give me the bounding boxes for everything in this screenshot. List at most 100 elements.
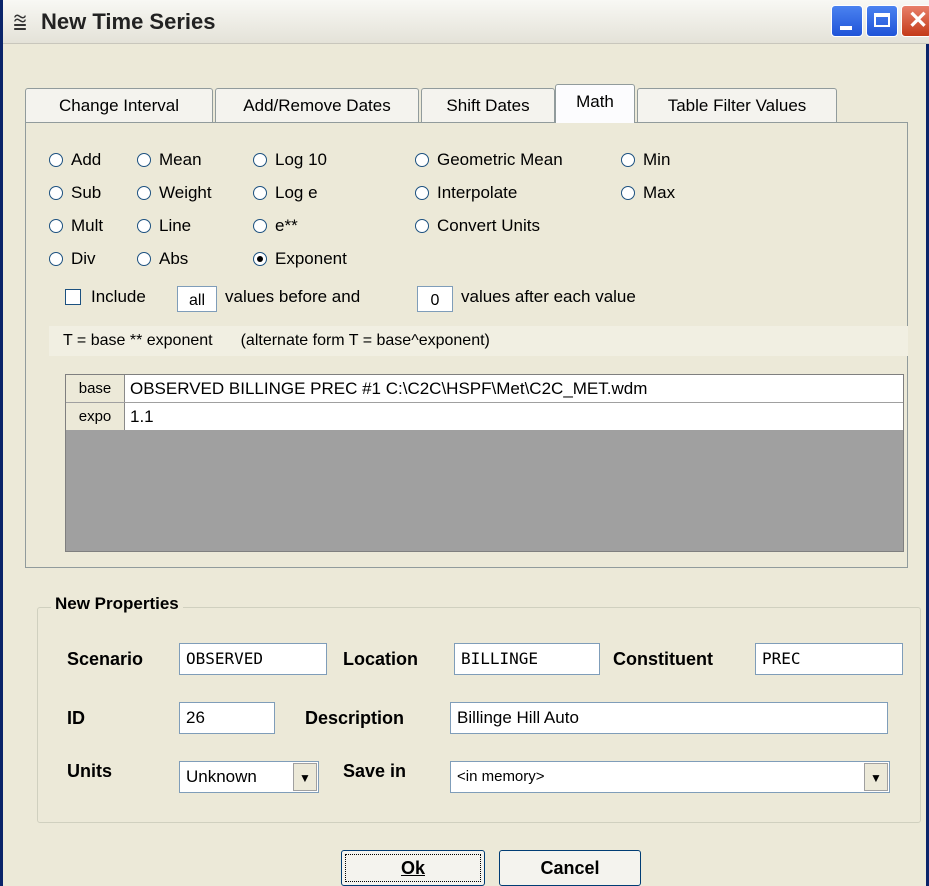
radio-line-circle — [137, 219, 151, 233]
radio-e-power-label: e** — [275, 216, 298, 235]
radio-sub-label: Sub — [71, 183, 102, 202]
formula-alt-text: (alternate form T = base^exponent) — [240, 332, 490, 349]
grid-row-header: expo — [66, 403, 125, 430]
radio-weight[interactable]: Weight — [137, 183, 212, 203]
save-in-label: Save in — [343, 761, 407, 781]
new-time-series-window: ⩰ New Time Series ✕ Change Interval Add/… — [0, 0, 929, 886]
tab-add-remove-dates[interactable]: Add/Remove Dates — [215, 88, 419, 122]
close-button[interactable]: ✕ — [901, 5, 929, 37]
radio-div-circle — [49, 252, 63, 266]
radio-min-label: Min — [643, 150, 671, 169]
minimize-icon — [840, 26, 852, 30]
constituent-label: Constituent — [613, 649, 713, 669]
radio-mult-circle — [49, 219, 63, 233]
include-checkbox[interactable] — [65, 289, 81, 305]
location-label: Location — [343, 649, 418, 669]
radio-geometric-mean[interactable]: Geometric Mean — [415, 150, 563, 170]
title-bar[interactable]: ⩰ New Time Series ✕ — [3, 0, 929, 44]
id-field[interactable]: 26 — [179, 702, 275, 734]
radio-weight-label: Weight — [159, 183, 212, 202]
radio-sub[interactable]: Sub — [49, 183, 101, 203]
radio-interpolate[interactable]: Interpolate — [415, 183, 517, 203]
radio-add[interactable]: Add — [49, 150, 101, 170]
radio-geometric-mean-label: Geometric Mean — [437, 150, 563, 169]
ok-label: Ok — [400, 858, 425, 878]
grid-row-base[interactable]: base OBSERVED BILLINGE PREC #1 C:\C2C\HS… — [66, 375, 903, 403]
radio-abs-label: Abs — [159, 249, 189, 268]
grid-row-header: base — [66, 375, 125, 402]
cancel-label: Cancel — [540, 858, 600, 878]
units-dropdown[interactable]: Unknown ▼ — [179, 761, 319, 793]
tab-math[interactable]: Math — [555, 84, 635, 123]
units-label: Units — [67, 761, 112, 781]
formula-text: T = base ** exponent — [63, 332, 213, 349]
radio-min[interactable]: Min — [621, 150, 670, 170]
tab-table-filter-values[interactable]: Table Filter Values — [637, 88, 837, 122]
grid-cell-value[interactable]: OBSERVED BILLINGE PREC #1 C:\C2C\HSPF\Me… — [130, 375, 647, 402]
radio-line[interactable]: Line — [137, 216, 191, 236]
values-before-input[interactable]: all — [177, 286, 217, 312]
radio-convert-units[interactable]: Convert Units — [415, 216, 540, 236]
radio-exponent-circle — [253, 252, 267, 266]
scenario-field[interactable]: OBSERVED — [179, 643, 327, 675]
new-properties-title: New Properties — [51, 594, 183, 614]
radio-mult[interactable]: Mult — [49, 216, 103, 236]
radio-max[interactable]: Max — [621, 183, 675, 203]
close-icon: ✕ — [908, 7, 929, 34]
include-label: Include — [91, 287, 146, 306]
radio-div-label: Div — [71, 249, 96, 268]
values-before-label: values before and — [225, 287, 361, 306]
radio-convert-units-label: Convert Units — [437, 216, 540, 235]
radio-e-power[interactable]: e** — [253, 216, 298, 236]
arguments-grid: base OBSERVED BILLINGE PREC #1 C:\C2C\HS… — [65, 374, 904, 552]
radio-mean[interactable]: Mean — [137, 150, 202, 170]
radio-e-power-circle — [253, 219, 267, 233]
location-field[interactable]: BILLINGE — [454, 643, 600, 675]
radio-mult-label: Mult — [71, 216, 104, 235]
radio-abs[interactable]: Abs — [137, 249, 188, 269]
scenario-label: Scenario — [67, 649, 144, 669]
save-in-value: <in memory> — [457, 768, 545, 785]
radio-weight-circle — [137, 186, 151, 200]
tab-change-interval[interactable]: Change Interval — [25, 88, 213, 122]
constituent-field[interactable]: PREC — [755, 643, 903, 675]
radio-exponent-label: Exponent — [275, 249, 347, 268]
units-value: Unknown — [186, 767, 257, 786]
radio-loge-circle — [253, 186, 267, 200]
window-title: New Time Series — [41, 9, 216, 34]
radio-exponent[interactable]: Exponent — [253, 249, 347, 269]
radio-loge-label: Log e — [275, 183, 318, 202]
chevron-down-icon[interactable]: ▼ — [293, 763, 317, 791]
radio-add-circle — [49, 153, 63, 167]
radio-sub-circle — [49, 186, 63, 200]
radio-interpolate-label: Interpolate — [437, 183, 518, 202]
radio-convert-units-circle — [415, 219, 429, 233]
radio-log10-label: Log 10 — [275, 150, 327, 169]
radio-line-label: Line — [159, 216, 192, 235]
radio-geometric-mean-circle — [415, 153, 429, 167]
grid-cell-value[interactable]: 1.1 — [130, 403, 154, 430]
formula-description: T = base ** exponent (alternate form T = … — [49, 326, 908, 356]
radio-div[interactable]: Div — [49, 249, 96, 269]
radio-log10-circle — [253, 153, 267, 167]
radio-log10[interactable]: Log 10 — [253, 150, 327, 170]
radio-interpolate-circle — [415, 186, 429, 200]
cancel-button[interactable]: Cancel — [499, 850, 641, 886]
radio-add-label: Add — [71, 150, 102, 169]
radio-max-label: Max — [643, 183, 676, 202]
description-field[interactable]: Billinge Hill Auto — [450, 702, 888, 734]
chevron-down-icon[interactable]: ▼ — [864, 763, 888, 791]
description-label: Description — [305, 708, 405, 728]
minimize-button[interactable] — [831, 5, 863, 37]
maximize-button[interactable] — [866, 5, 898, 37]
values-after-input[interactable]: 0 — [417, 286, 453, 312]
radio-min-circle — [621, 153, 635, 167]
ok-button[interactable]: Ok — [341, 850, 485, 886]
radio-abs-circle — [137, 252, 151, 266]
grid-row-expo[interactable]: expo 1.1 — [66, 403, 903, 431]
app-icon: ⩰ — [13, 9, 28, 36]
save-in-dropdown[interactable]: <in memory> ▼ — [450, 761, 890, 793]
tab-shift-dates[interactable]: Shift Dates — [421, 88, 555, 122]
radio-loge[interactable]: Log e — [253, 183, 318, 203]
id-label: ID — [67, 708, 85, 728]
